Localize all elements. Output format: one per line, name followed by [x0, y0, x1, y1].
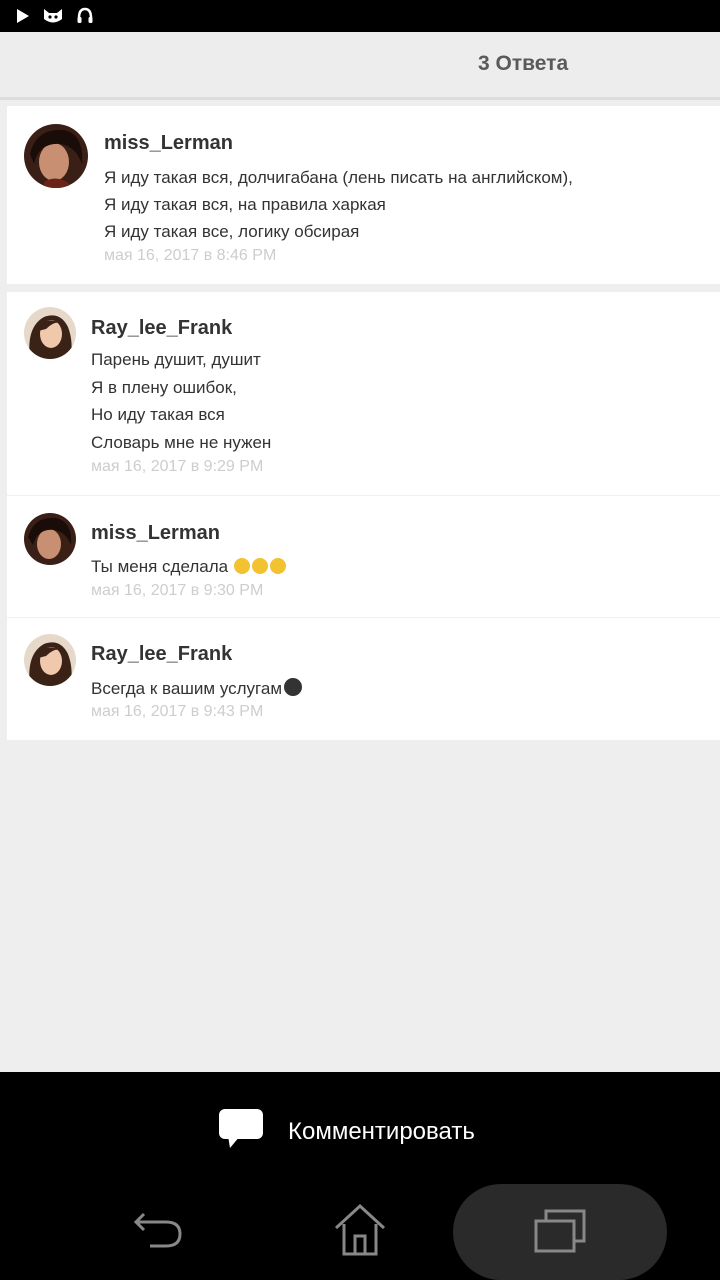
- reply-text-line: Парень душит, душит: [91, 350, 261, 369]
- avatar[interactable]: [24, 634, 76, 686]
- comment-button-label: Комментировать: [288, 1117, 475, 1145]
- reply-text: Ты меня сделала: [91, 557, 229, 576]
- comment-username[interactable]: miss_Lerman: [104, 132, 233, 155]
- comment-button[interactable]: Комментировать: [218, 1108, 475, 1155]
- reply-timestamp: мая 16, 2017 в 9:29 PM: [91, 458, 264, 475]
- comment-timestamp: мая 16, 2017 в 8:46 PM: [104, 247, 277, 264]
- avatar[interactable]: [24, 307, 76, 359]
- cat-icon: [42, 7, 64, 25]
- grimace-emoji-icon: [270, 558, 287, 574]
- replies-header: 3 Ответа: [0, 32, 720, 100]
- play-icon: [16, 8, 30, 24]
- grimace-emoji-icon: [234, 558, 251, 574]
- status-bar: [0, 0, 720, 32]
- grimace-emoji-icon: [252, 558, 269, 574]
- home-icon[interactable]: [330, 1202, 390, 1263]
- recent-apps-icon[interactable]: [532, 1207, 588, 1260]
- reply-item[interactable]: miss_Lerman Ты меня сделала мая 16, 2017…: [7, 495, 720, 618]
- headset-icon: [76, 7, 94, 25]
- sunglasses-emoji-icon: [284, 678, 303, 696]
- speech-bubble-icon: [218, 1108, 264, 1155]
- reply-text-line: Словарь мне не нужен: [91, 433, 272, 452]
- reply-text-line: Я в плену ошибок,: [91, 378, 237, 397]
- reply-text-line: Но иду такая вся: [91, 405, 225, 424]
- comment-text-line: Я иду такая вся, на правила харкая: [104, 195, 386, 214]
- avatar[interactable]: [24, 513, 76, 565]
- reply-text-line: Ты меня сделала: [91, 557, 287, 577]
- reply-timestamp: мая 16, 2017 в 9:43 PM: [91, 703, 264, 720]
- reply-item[interactable]: Ray_lee_Frank Всегда к вашим услугам мая…: [7, 617, 720, 741]
- page-title: 3 Ответа: [478, 52, 569, 75]
- comment-text-line: Я иду такая вся, долчигабана (лень писат…: [104, 168, 573, 187]
- main-comment[interactable]: miss_Lerman Я иду такая вся, долчигабана…: [7, 106, 720, 284]
- replies-list: Ray_lee_Frank Парень душит, душит Я в пл…: [7, 292, 720, 740]
- reply-username[interactable]: Ray_lee_Frank: [91, 317, 232, 340]
- reply-item[interactable]: Ray_lee_Frank Парень душит, душит Я в пл…: [7, 292, 720, 495]
- bottom-bar: Комментировать: [0, 1072, 720, 1280]
- reply-text: Всегда к вашим услугам: [91, 679, 283, 698]
- reply-timestamp: мая 16, 2017 в 9:30 PM: [91, 582, 264, 599]
- back-icon[interactable]: [130, 1204, 190, 1259]
- reply-text-line: Всегда к вашим услугам: [91, 678, 303, 699]
- reply-username[interactable]: Ray_lee_Frank: [91, 643, 232, 666]
- comment-text-line: Я иду такая все, логику обсирая: [104, 222, 360, 241]
- reply-username[interactable]: miss_Lerman: [91, 522, 220, 545]
- avatar[interactable]: [24, 124, 88, 188]
